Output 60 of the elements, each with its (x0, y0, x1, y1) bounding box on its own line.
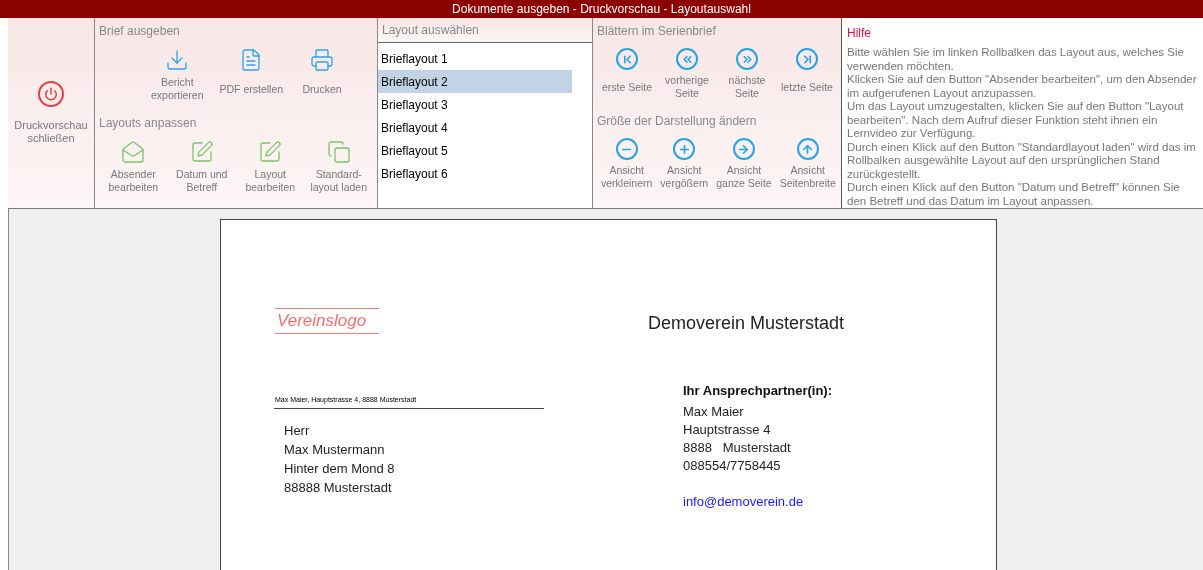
power-icon (38, 81, 64, 107)
toolbar-button[interactable]: Ansicht Seitenbreite (775, 138, 840, 190)
first-page-icon (616, 48, 638, 70)
printer-icon (310, 48, 335, 72)
contact-line: 088554/7758445 (683, 456, 782, 475)
toolbar-button[interactable]: Bericht exportieren (147, 48, 208, 102)
layout-list-item[interactable]: Brieflayout 1 (378, 47, 572, 70)
window-title: Dokumente ausgeben - Druckvorschau - Layoutauswahl (0, 0, 1203, 18)
section-title: Blättern im Serienbrief (597, 23, 717, 40)
toolbar-button[interactable]: Ansicht verkleinern (597, 138, 657, 190)
double-right-icon (736, 48, 758, 70)
help-paragraph: Um das Layout umzugestalten, klicken Sie auf den Button "Layout bearbeiten". Nach dem Aufruf dieser Funktion steht ihnen ein Lernvideo zur Verfügung. (847, 100, 1185, 141)
organization-name: Demoverein Musterstadt (647, 312, 844, 335)
toolbar-button[interactable]: PDF erstellen (215, 48, 288, 102)
toolbar-button[interactable]: Ansicht vergößern (656, 138, 713, 190)
layout-list-item[interactable]: Brieflayout 5 (378, 139, 572, 162)
logo-text: Vereinslogo (276, 310, 368, 332)
section-title: Layouts anpassen (99, 115, 198, 132)
recipient-line: 88888 Musterstadt (284, 478, 393, 497)
section-title: Größe der Darstellung ändern (597, 113, 758, 130)
help-paragraph: Klicken Sie auf den Button "Absender bearbeiten", um den Absender im aufgerufenen Layout anzupassen. (847, 73, 1198, 100)
toolbar-button[interactable]: Absender bearbeiten (99, 140, 168, 194)
edit-icon (258, 140, 283, 164)
toolbar-button[interactable]: nächste Seite (717, 48, 777, 100)
toolbar-button[interactable]: Datum und Betreff (167, 140, 236, 194)
zoom-in-icon (673, 138, 696, 160)
copy-icon (326, 140, 351, 164)
toolbar-button[interactable]: letzte Seite (777, 48, 837, 100)
contact-line: Hauptstrasse 4 (683, 420, 772, 439)
contact-line: 8888 Musterstadt (683, 438, 792, 457)
layout-list-item[interactable]: Brieflayout 3 (378, 93, 572, 116)
recipient-line: Max Mustermann (284, 440, 386, 459)
toolbar-button[interactable]: Drucken (295, 48, 349, 102)
arrow-up-icon (796, 138, 819, 160)
list-header: Layout auswählen (378, 18, 592, 43)
layout-list-item[interactable]: Brieflayout 2 (378, 70, 572, 93)
recipient-line: Hinter dem Mond 8 (284, 459, 396, 478)
toolbar-button[interactable]: Ansicht ganze Seite (712, 138, 776, 190)
help-paragraph: Durch einen Klick auf den Button "Datum und Betreff" können Sie den Betreff und das Datum im Layout anpassen. (847, 181, 1181, 208)
toolbar-button[interactable]: Layout bearbeiten (236, 140, 305, 194)
download-tray-icon (165, 48, 190, 72)
arrow-right-icon (732, 138, 755, 160)
last-page-icon (796, 48, 818, 70)
double-left-icon (676, 48, 698, 70)
layout-list-item[interactable]: Brieflayout 6 (378, 162, 572, 185)
toolbar-button[interactable]: Standard- layout laden (304, 140, 373, 194)
section-title: Brief ausgeben (99, 23, 181, 40)
zoom-out-icon (615, 138, 638, 160)
email-link[interactable]: info@demoverein.de (683, 491, 833, 511)
help-paragraph: Durch einen Klick auf den Button "Standardlayout laden" wird das im Rollbalken ausgewählte Layout auf den ursprünglichen Stand zurückgestellt. (847, 140, 1197, 181)
help-paragraph: Bitte wählen Sie im linken Rollbalken das Layout aus, welches Sie verwenden möchten. (847, 46, 1185, 73)
edit-icon (189, 140, 214, 164)
toolbar-button[interactable]: erste Seite (597, 48, 657, 100)
envelope-icon (121, 140, 146, 164)
help-title: Hilfe (847, 25, 872, 42)
toolbar-button[interactable]: vorherige Seite (657, 48, 717, 100)
layout-list-item[interactable]: Brieflayout 4 (378, 116, 572, 139)
contact-heading: Ihr Ansprechpartner(in): (683, 382, 833, 400)
recipient-line: Herr (284, 421, 311, 440)
contact-line: Max Maier (683, 402, 745, 421)
